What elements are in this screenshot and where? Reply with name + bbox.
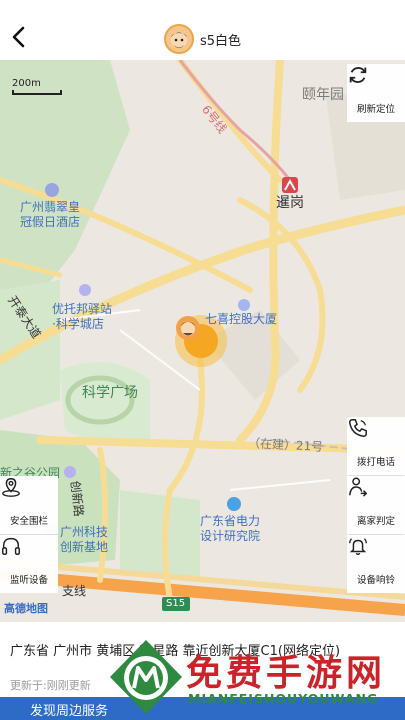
label-cuihuang-1: 广州翡翠皇 — [20, 200, 81, 214]
location-fence-icon — [2, 478, 20, 497]
label-xiegang: 暹岗 — [276, 195, 304, 211]
amap-logo: 高德地图 — [4, 602, 48, 615]
safety-fence-label: 安全围栏 — [9, 516, 48, 527]
park-area — [60, 362, 150, 446]
phone-icon — [349, 419, 367, 437]
label-kexue: 科学广场 — [82, 385, 138, 401]
label-cuihuang-2: 冠假日酒店 — [20, 215, 81, 229]
listen-device-label: 监听设备 — [9, 575, 48, 586]
label-dianli-2: 设计研究院 — [200, 529, 261, 543]
listen-device-button[interactable]: 监听设备 — [0, 535, 58, 593]
leave-home-button[interactable]: 离家判定 — [347, 476, 405, 534]
watermark-subtitle: MIANFEISHOUYOUWANG — [188, 691, 379, 706]
device-ring-button[interactable]: 设备响铃 — [347, 535, 405, 593]
label-yinianyuan: 颐年园 — [302, 87, 344, 103]
leave-home-label: 离家判定 — [356, 516, 395, 527]
label-qixi: 七喜控股大厦 — [205, 312, 278, 326]
device-title: s5白色 — [0, 24, 405, 54]
device-avatar-icon — [176, 316, 200, 340]
label-zhixian: 支线 — [62, 584, 87, 598]
top-bar: s5白色 — [0, 0, 405, 60]
device-ring-label: 设备响铃 — [356, 575, 395, 586]
shop-icon — [79, 284, 91, 296]
updated-text: 更新于:刚刚更新 — [10, 679, 91, 692]
map-view[interactable]: 200m 颐年园 6号线 暹岗 广州翡翠皇 冠假日酒店 开泰大道 优托邦驿站 ·… — [0, 60, 405, 622]
label-kechuang-2: 创新基地 — [60, 540, 109, 554]
label-s15: S15 — [166, 598, 186, 609]
refresh-icon — [349, 67, 367, 83]
scale-bar — [12, 90, 62, 95]
label-kechuang-1: 广州科技 — [60, 525, 109, 539]
park-icon — [64, 466, 76, 478]
building-icon — [238, 299, 250, 311]
device-avatar — [163, 24, 194, 54]
site-watermark: 免费手游网 MIANFEISHOUYOUWANG — [108, 636, 405, 720]
refresh-location-button[interactable]: 刷新定位 — [347, 64, 405, 122]
label-dianli-1: 广东省电力 — [200, 514, 261, 528]
scale-label: 200m — [12, 78, 41, 89]
institute-icon — [227, 497, 241, 511]
safety-fence-button[interactable]: 安全围栏 — [0, 476, 58, 534]
bell-icon — [349, 538, 367, 555]
watermark-logo-icon — [110, 640, 182, 714]
device-name: s5白色 — [199, 33, 242, 49]
call-button[interactable]: 拨打电话 — [347, 417, 405, 475]
label-youtuo-1: 优托邦驿站 — [52, 302, 113, 316]
hotel-icon — [45, 183, 59, 197]
watermark-title: 免费手游网 — [186, 653, 387, 694]
refresh-location-label: 刷新定位 — [356, 104, 395, 115]
label-youtuo-2: ·科学城店 — [52, 317, 104, 331]
discover-nearby-label: 发现周边服务 — [30, 704, 109, 719]
headphones-icon — [2, 537, 20, 555]
park-area — [120, 490, 200, 580]
person-leave-icon — [349, 477, 368, 497]
call-label: 拨打电话 — [356, 457, 395, 468]
map-scale: 200m — [12, 78, 62, 95]
